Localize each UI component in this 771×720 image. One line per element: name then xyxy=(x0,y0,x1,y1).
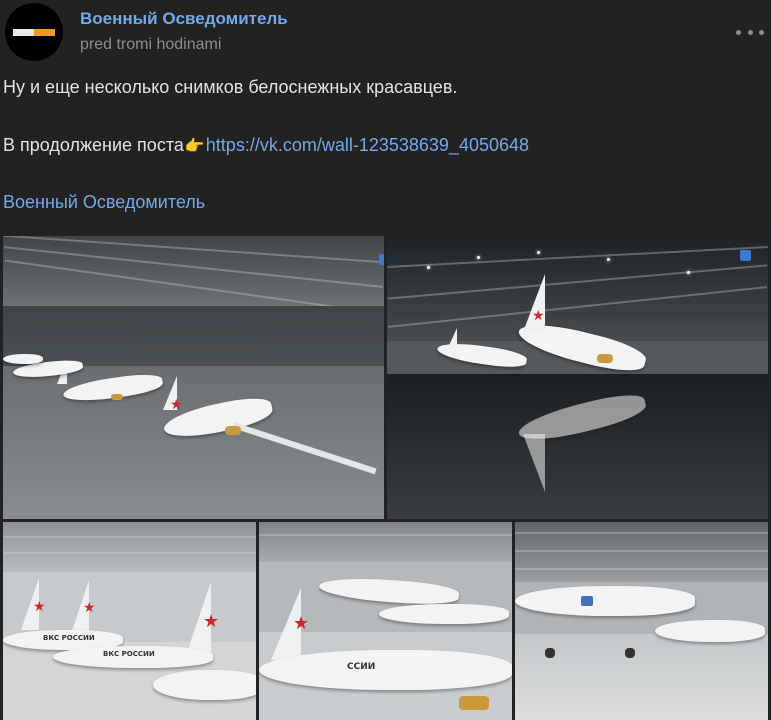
pointing-hand-icon: 👉 xyxy=(184,138,205,155)
vk-post: Военный Осведомитель pred tromi hodinami… xyxy=(0,0,771,720)
community-hashtag-link[interactable]: Военный Осведомитель xyxy=(3,192,205,213)
photo-nose-closeup[interactable]: ★ ССИИ xyxy=(259,522,512,720)
photo-hangar-row[interactable]: ★ xyxy=(3,236,384,519)
post-header: Военный Осведомитель pred tromi hodinami xyxy=(0,0,771,66)
photo-side-view[interactable] xyxy=(515,522,768,720)
vks-marking: ВКС РОССИИ xyxy=(103,650,155,658)
more-horizontal-icon[interactable] xyxy=(736,22,764,42)
continuation-label: В продолжение поста xyxy=(3,135,184,155)
author-name-link[interactable]: Военный Осведомитель xyxy=(80,9,288,29)
photo-tails-closeup[interactable]: ★ ★ ★ ВКС РОССИИ ВКС РОССИИ xyxy=(3,522,256,720)
vks-partial-marking: ССИИ xyxy=(347,662,376,672)
military-informant-logo-icon xyxy=(13,29,55,36)
post-text-line: В продолжение поста👉https://vk.com/wall-… xyxy=(3,135,529,156)
vks-marking: ВКС РОССИИ xyxy=(43,634,95,642)
wall-post-link[interactable]: https://vk.com/wall-123538639_4050648 xyxy=(206,135,529,155)
post-text-line: Ну и еще несколько снимков белоснежных к… xyxy=(3,77,458,97)
photo-hangar-reflection[interactable]: ★ xyxy=(387,236,768,519)
avatar[interactable] xyxy=(5,3,63,61)
post-timestamp[interactable]: pred tromi hodinami xyxy=(80,36,221,54)
